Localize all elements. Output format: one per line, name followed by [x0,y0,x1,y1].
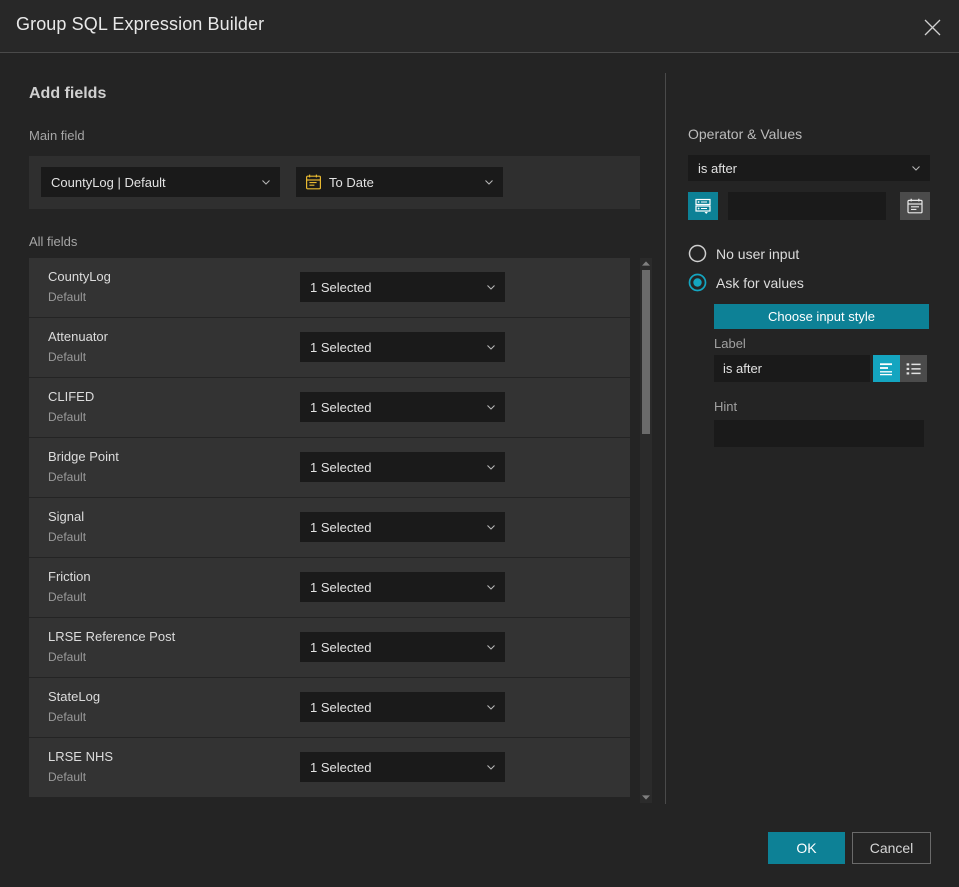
field-list-scrollbar[interactable] [640,258,652,803]
hint-input[interactable] [714,420,924,447]
field-row: CLIFED Default 1 Selected [29,378,630,437]
date-field-select-value: To Date [329,174,374,190]
scroll-up-icon[interactable] [640,258,652,269]
chevron-down-icon [486,282,496,292]
field-subtitle: Default [48,650,87,664]
field-subtitle: Default [48,590,87,604]
scrollbar-thumb[interactable] [642,270,650,434]
field-selection-value: 1 Selected [310,279,372,295]
radio-unselected-icon [688,244,707,263]
choose-input-style-button[interactable]: Choose input style [714,304,929,329]
radio-selected-icon [688,273,707,292]
field-selection-select[interactable]: 1 Selected [300,332,505,362]
field-row: StateLog Default 1 Selected [29,678,630,737]
field-row: LRSE NHS Default 1 Selected [29,738,630,797]
main-field-select-value: CountyLog | Default [51,174,166,190]
field-subtitle: Default [48,770,87,784]
chevron-down-icon [486,702,496,712]
window-titlebar: Group SQL Expression Builder [0,0,959,53]
field-selection-select[interactable]: 1 Selected [300,632,505,662]
field-selection-value: 1 Selected [310,519,372,535]
main-field-label: Main field [29,128,85,143]
chevron-down-icon [261,177,271,187]
field-subtitle: Default [48,470,87,484]
operator-select-value: is after [698,160,738,176]
field-selection-value: 1 Selected [310,579,372,595]
panel-divider [665,73,666,804]
align-left-icon[interactable] [873,355,900,382]
chevron-down-icon [486,402,496,412]
operator-values-heading: Operator & Values [688,126,803,142]
field-selection-value: 1 Selected [310,459,372,475]
close-icon[interactable] [913,8,951,46]
field-row: Bridge Point Default 1 Selected [29,438,630,497]
field-name: LRSE NHS [48,749,114,764]
chevron-down-icon [486,642,496,652]
field-selection-select[interactable]: 1 Selected [300,692,505,722]
chevron-down-icon [486,582,496,592]
main-field-select[interactable]: CountyLog | Default [41,167,280,197]
value-source-icon[interactable] [688,192,718,220]
field-name: CountyLog [48,269,111,284]
field-row: CountyLog Default 1 Selected [29,258,630,317]
list-icon[interactable] [900,355,927,382]
scroll-down-icon[interactable] [640,792,652,803]
cancel-button[interactable]: Cancel [852,832,931,864]
field-list[interactable]: CountyLog Default 1 Selected Attenuator Defa… [29,258,630,803]
field-name: LRSE Reference Post [48,629,176,644]
field-selection-select[interactable]: 1 Selected [300,752,505,782]
field-name: StateLog [48,689,101,704]
add-fields-heading: Add fields [29,85,107,102]
field-row: LRSE Reference Post Default 1 Selected [29,618,630,677]
chevron-down-icon [486,762,496,772]
field-row: Signal Default 1 Selected [29,498,630,557]
field-name: Attenuator [48,329,108,344]
chevron-down-icon [484,177,494,187]
field-selection-value: 1 Selected [310,759,372,775]
field-name: Friction [48,569,91,584]
radio-ask-for-values[interactable]: Ask for values [688,273,804,292]
radio-no-user-input[interactable]: No user input [688,244,799,263]
chevron-down-icon [486,342,496,352]
radio-ask-for-values-label: Ask for values [716,274,804,291]
chevron-down-icon [486,522,496,532]
chevron-down-icon [486,462,496,472]
value-input[interactable] [728,192,886,220]
field-subtitle: Default [48,350,87,364]
field-selection-select[interactable]: 1 Selected [300,272,505,302]
field-subtitle: Default [48,410,87,424]
label-input[interactable] [714,355,870,382]
hint-caption: Hint [714,399,738,414]
window-title: Group SQL Expression Builder [16,14,265,34]
field-selection-value: 1 Selected [310,339,372,355]
field-subtitle: Default [48,530,87,544]
field-selection-value: 1 Selected [310,639,372,655]
field-subtitle: Default [48,710,87,724]
main-field-panel: CountyLog | Default To Date [29,156,640,209]
all-fields-label: All fields [29,234,78,249]
field-selection-select[interactable]: 1 Selected [300,572,505,602]
field-selection-select[interactable]: 1 Selected [300,452,505,482]
ok-button[interactable]: OK [768,832,845,864]
chevron-down-icon [911,163,921,173]
field-name: Bridge Point [48,449,119,464]
field-row: Attenuator Default 1 Selected [29,318,630,377]
calendar-icon [306,174,321,190]
calendar-picker-button[interactable] [900,192,930,220]
field-row: Friction Default 1 Selected [29,558,630,617]
field-selection-value: 1 Selected [310,699,372,715]
field-selection-select[interactable]: 1 Selected [300,392,505,422]
operator-select[interactable]: is after [688,155,930,181]
label-caption: Label [714,336,746,351]
field-name: Signal [48,509,85,524]
radio-no-user-input-label: No user input [716,245,800,262]
field-subtitle: Default [48,290,87,304]
field-selection-select[interactable]: 1 Selected [300,512,505,542]
field-selection-value: 1 Selected [310,399,372,415]
field-name: CLIFED [48,389,95,404]
date-field-select[interactable]: To Date [296,167,503,197]
